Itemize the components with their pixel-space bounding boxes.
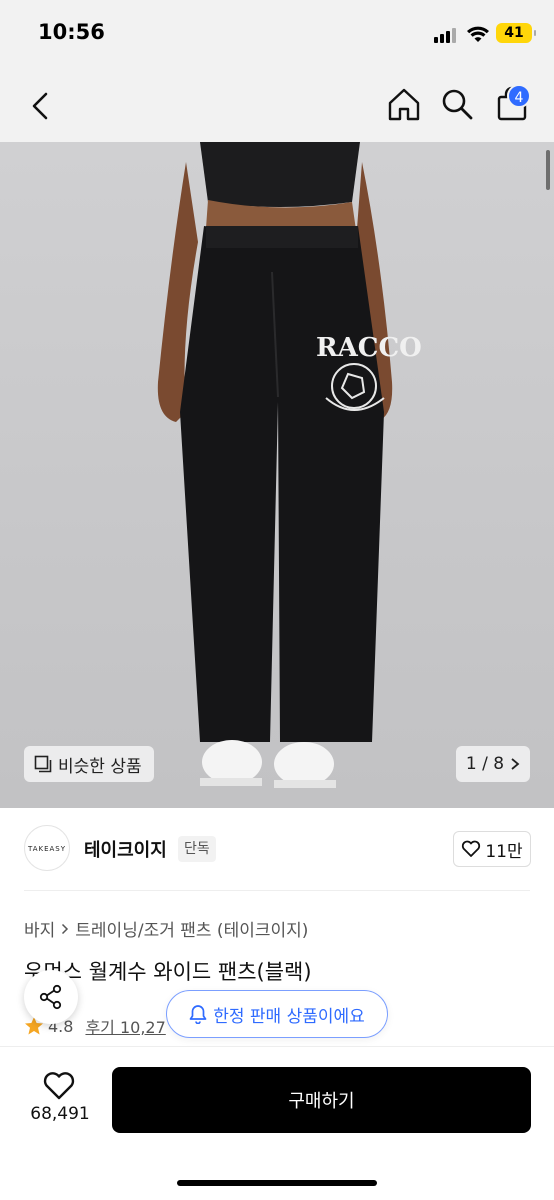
status-bar: 10:56 41 [0,0,554,70]
cellular-signal-icon [434,27,458,43]
brand-logo[interactable]: TAKEASY [24,825,70,871]
buy-button[interactable]: 구매하기 [112,1067,531,1133]
limited-sale-notice[interactable]: 한정 판매 상품이에요 [166,990,388,1038]
brand-like-count: 11만 [485,841,523,862]
breadcrumb-item-category[interactable]: 바지 [24,916,55,941]
image-page-indicator[interactable]: 1 / 8 [456,746,530,782]
scroll-indicator [546,150,550,190]
chevron-right-icon [62,923,69,934]
heart-icon [462,840,481,857]
share-icon [39,984,62,1010]
exclusive-tag: 단독 [178,836,216,862]
home-icon[interactable] [386,86,422,122]
top-nav-bar [0,70,554,142]
product-photo: RACCO [157,142,422,788]
status-time: 10:56 [38,20,105,44]
chevron-right-icon [511,758,520,770]
limited-sale-label: 한정 판매 상품이에요 [213,1006,365,1027]
print-text: RACCO [316,333,422,363]
similar-products-button[interactable]: 비슷한 상품 [24,746,154,782]
similar-products-label: 비슷한 상품 [58,756,142,777]
wishlist-heart-icon[interactable] [42,1070,76,1102]
share-button[interactable] [24,970,78,1024]
breadcrumb: 바지 트레이닝/조거 팬츠 (테이크이지) [24,916,308,941]
page-indicator-text: 1 / 8 [465,754,505,774]
battery-indicator: 41 [496,23,536,43]
bell-icon [189,1005,207,1024]
home-indicator [177,1180,377,1186]
cart-count-badge: 4 [507,84,531,108]
wifi-icon [467,26,489,42]
back-arrow-icon[interactable] [26,86,58,126]
brand-name[interactable]: 테이크이지 [84,836,167,862]
brand-like-button[interactable]: 11만 [453,831,531,867]
breadcrumb-item-subcategory[interactable]: 트레이닝/조거 팬츠 (테이크이지) [75,916,308,941]
review-count-link[interactable]: 후기 10,27 [85,1014,165,1038]
wishlist-count: 68,491 [30,1104,90,1124]
divider [24,890,530,891]
search-icon[interactable] [440,86,474,122]
similar-icon [34,755,52,773]
product-image[interactable]: RACCO 비슷한 상품 1 / 8 [0,142,554,808]
